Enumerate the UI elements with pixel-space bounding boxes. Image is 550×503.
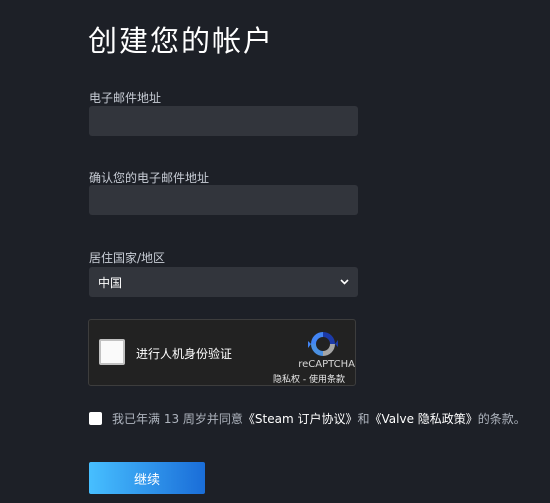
email-input[interactable] (89, 106, 358, 136)
continue-button[interactable]: 继续 (89, 462, 205, 494)
recaptcha-links: 隐私权 - 使用条款 (273, 372, 345, 385)
recaptcha-widget: 进行人机身份验证 reCAPTCHA 隐私权 - 使用条款 (88, 319, 356, 386)
country-select[interactable]: 中国 (89, 267, 358, 297)
recaptcha-checkbox[interactable] (99, 339, 125, 365)
create-account-page: 创建您的帐户 电子邮件地址 确认您的电子邮件地址 居住国家/地区 中国 进行人机… (0, 0, 550, 503)
recaptcha-logo-icon (307, 328, 339, 360)
recaptcha-privacy-link[interactable]: 隐私权 (273, 375, 300, 385)
email-label: 电子邮件地址 (89, 91, 162, 105)
agreement-checkbox[interactable] (89, 412, 102, 425)
agreement-suffix: 的条款。 (477, 412, 526, 426)
recaptcha-brand: reCAPTCHA (298, 359, 355, 370)
confirm-email-input[interactable] (89, 185, 358, 215)
subscriber-agreement-link[interactable]: 《Steam 订户协议》 (243, 410, 358, 427)
recaptcha-link-separator: - (300, 375, 309, 385)
chevron-down-icon (339, 277, 349, 287)
recaptcha-label: 进行人机身份验证 (136, 347, 233, 361)
page-title: 创建您的帐户 (88, 24, 275, 58)
country-label: 居住国家/地区 (89, 251, 166, 265)
age-agreement-row: 我已年满 13 周岁并同意 《Steam 订户协议》 和 《Valve 隐私政策… (89, 410, 526, 427)
privacy-policy-link[interactable]: 《Valve 隐私政策》 (370, 410, 478, 427)
country-selected-value: 中国 (98, 275, 123, 290)
recaptcha-terms-link[interactable]: 使用条款 (309, 375, 345, 385)
agreement-and: 和 (357, 412, 370, 426)
agreement-prefix: 我已年满 13 周岁并同意 (112, 412, 243, 426)
confirm-email-label: 确认您的电子邮件地址 (89, 171, 210, 185)
